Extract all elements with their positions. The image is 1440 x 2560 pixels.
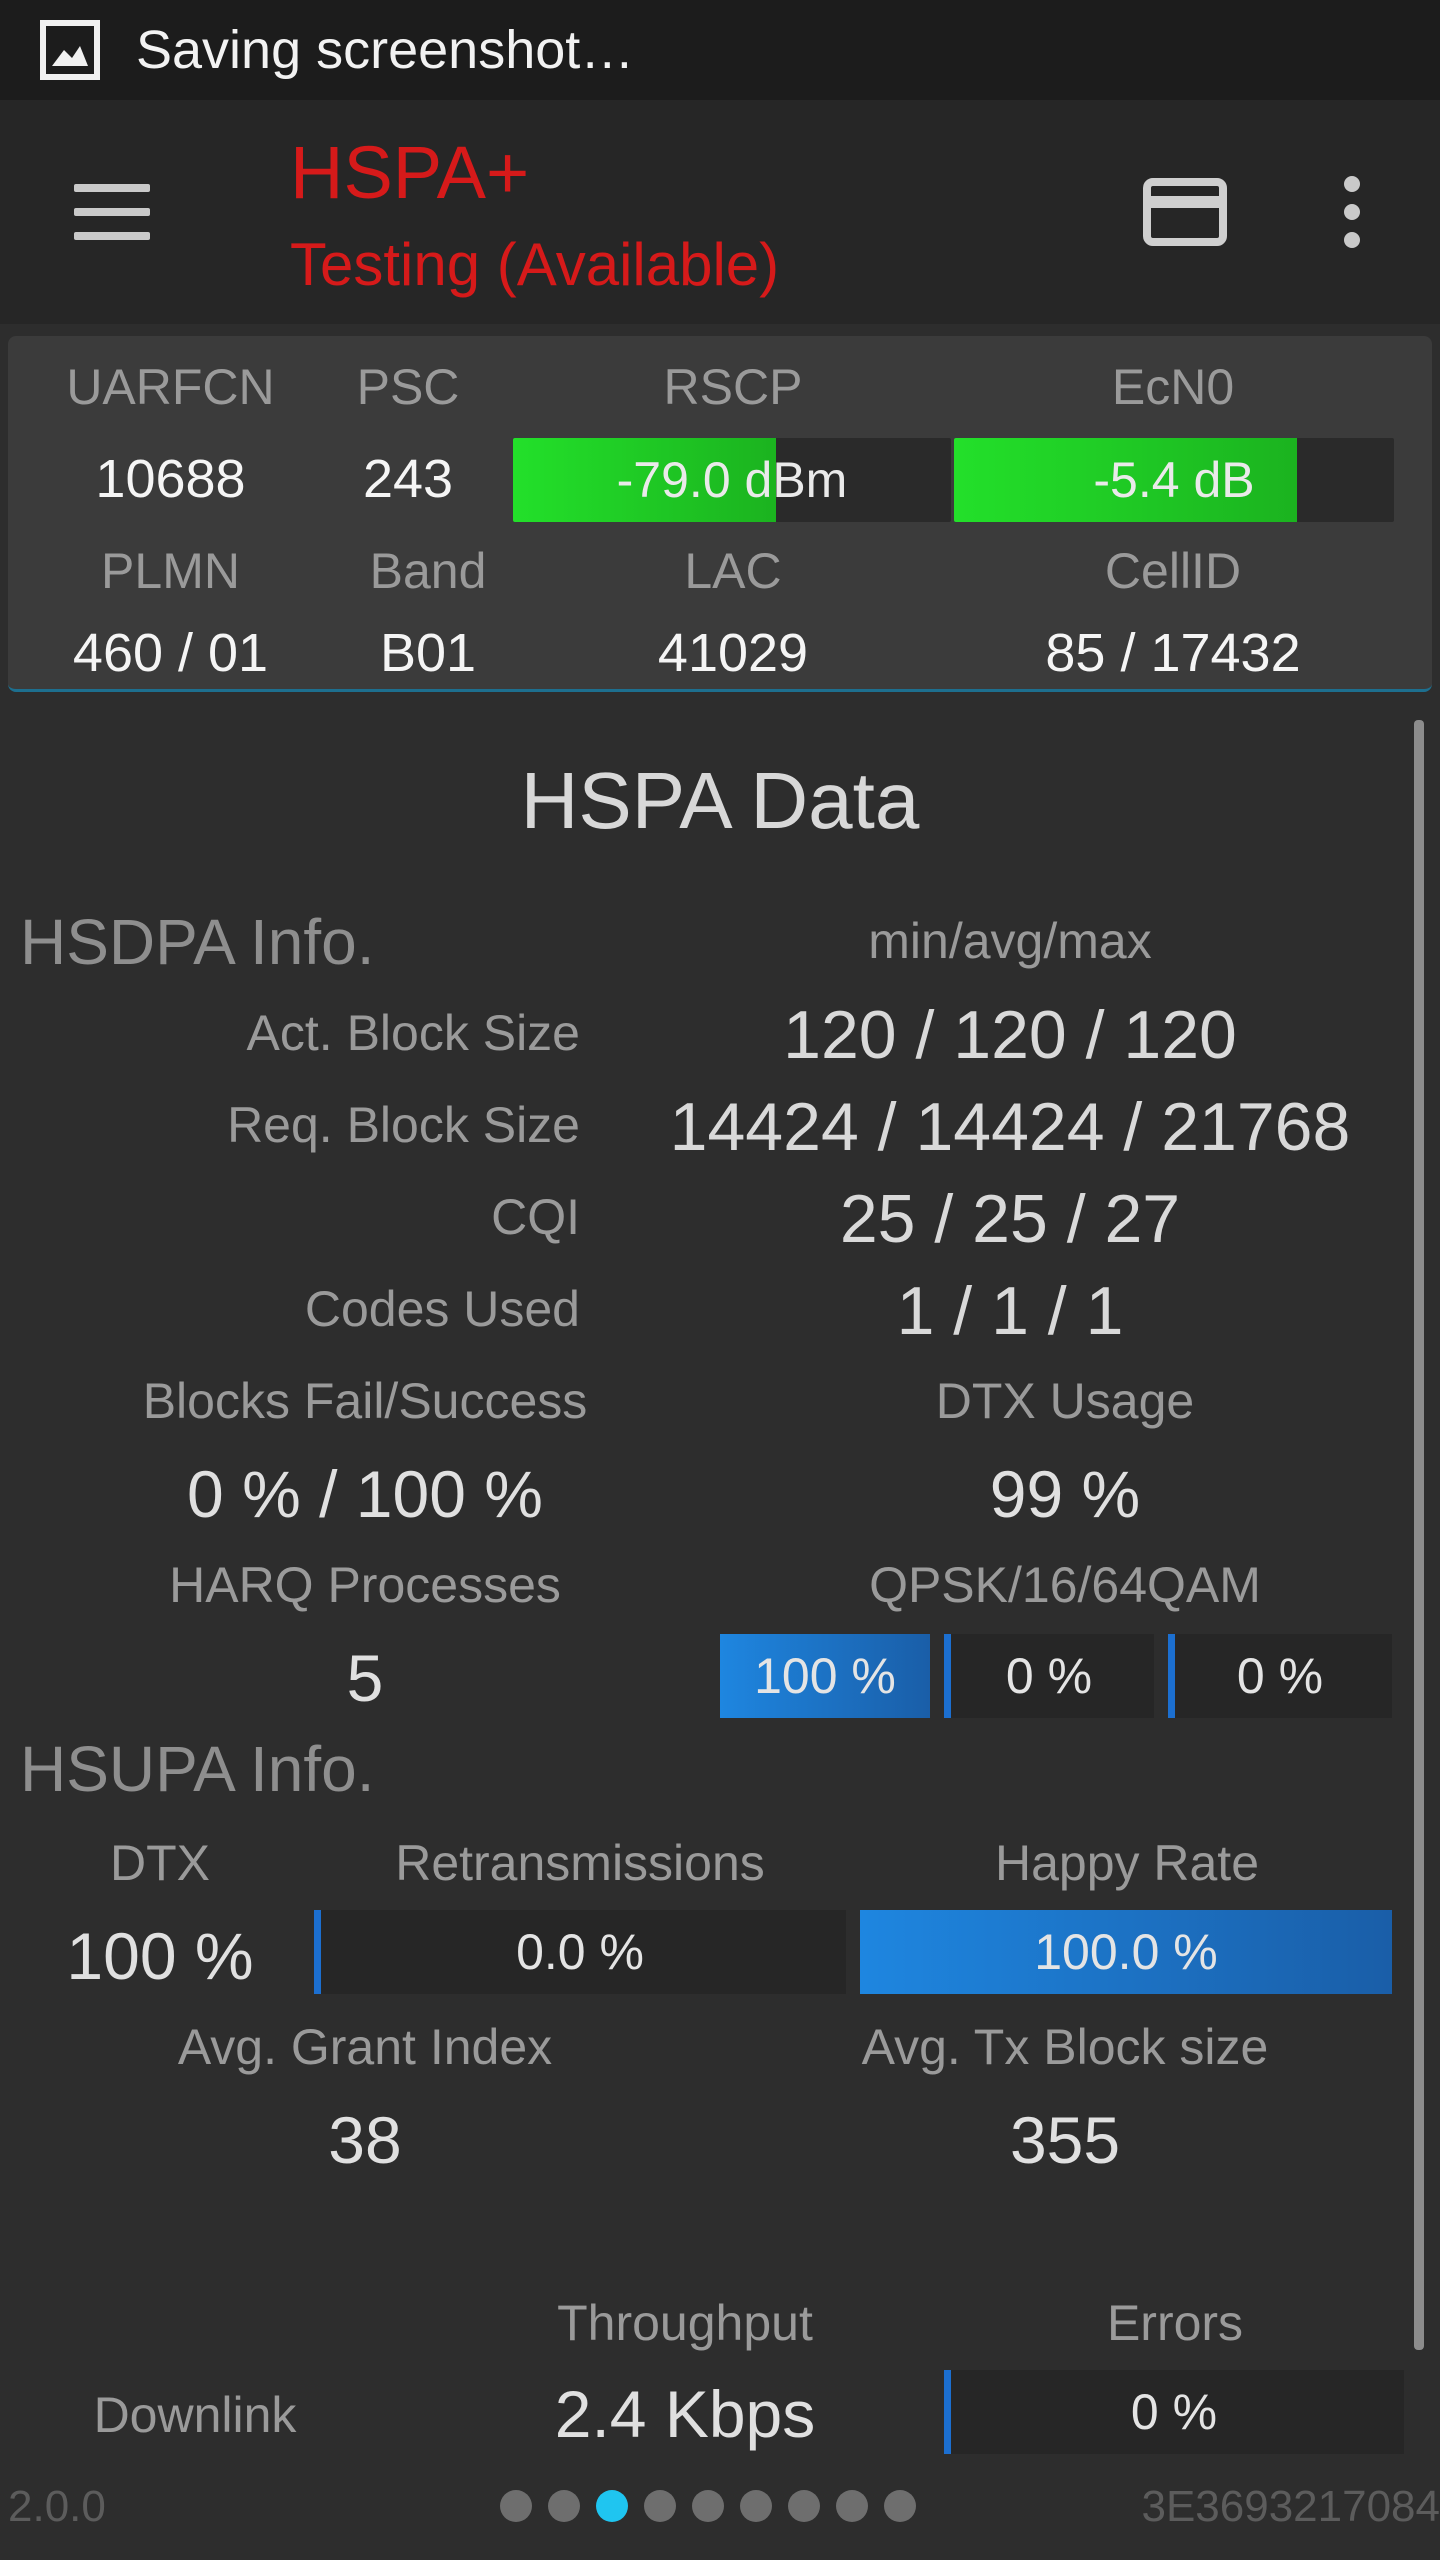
harq-processes-label: HARQ Processes [169, 1557, 561, 1613]
rscp-value: -79.0 dBm [616, 452, 848, 508]
plmn-label: PLMN [101, 543, 240, 599]
happy-rate-label: Happy Rate [994, 1835, 1260, 1891]
req-block-size-label: Req. Block Size [227, 1097, 580, 1153]
rscp-label: RSCP [663, 359, 803, 415]
page-dot[interactable] [740, 2490, 772, 2522]
uarfcn-value: 10688 [95, 449, 246, 509]
page-indicator[interactable] [500, 2490, 916, 2522]
lac-value: 41029 [657, 623, 809, 683]
device-id: 3E3693217084 [1141, 2482, 1440, 2531]
page-dot[interactable] [836, 2490, 868, 2522]
codes-used-label: Codes Used [304, 1281, 580, 1337]
errors-header: Errors [1106, 2295, 1244, 2351]
page-dot[interactable] [548, 2490, 580, 2522]
qam-label: QPSK/16/64QAM [869, 1557, 1261, 1613]
act-block-size-label: Act. Block Size [246, 1005, 580, 1061]
app-title: HSPA+ [290, 131, 530, 214]
menu-icon[interactable] [60, 170, 164, 254]
cellid-value: 85 / 17432 [1045, 623, 1301, 683]
page-dot[interactable] [788, 2490, 820, 2522]
avg-tx-block-size-value: 355 [1009, 2103, 1121, 2177]
page-dot[interactable] [500, 2490, 532, 2522]
qpsk-value: 100 % [754, 1648, 896, 1704]
ecn0-meter: -5.4 dB [954, 438, 1394, 522]
app-subtitle: Testing (Available) [290, 231, 780, 298]
dtx-usage-label: DTX Usage [935, 1373, 1195, 1429]
qam16-value: 0 % [1005, 1648, 1093, 1704]
hsupa-dtx-value: 100 % [66, 1919, 254, 1993]
avg-grant-index-label: Avg. Grant Index [177, 2019, 553, 2075]
ecn0-label: EcN0 [1111, 359, 1235, 415]
hsdpa-heading: HSDPA Info. [20, 906, 375, 978]
band-label: Band [369, 543, 487, 599]
band-value: B01 [379, 623, 477, 683]
qpsk-bar: 100 % [720, 1634, 930, 1718]
cqi-label: CQI [491, 1189, 580, 1245]
app-bar: HSPA+ Testing (Available) [0, 100, 1440, 324]
page-title: HSPA Data [520, 756, 920, 845]
page-dot[interactable] [884, 2490, 916, 2522]
throughput-header: Throughput [557, 2295, 813, 2351]
page-dot[interactable] [692, 2490, 724, 2522]
cell-info-panel: UARFCN PSC RSCP EcN0 10688 243 -79.0 dBm… [8, 336, 1432, 692]
qam64-value: 0 % [1236, 1648, 1324, 1704]
harq-processes-value: 5 [346, 1641, 384, 1715]
avg-grant-index-value: 38 [328, 2103, 402, 2177]
retransmissions-bar: 0.0 % [314, 1910, 846, 1994]
psc-label: PSC [356, 359, 460, 415]
more-options-icon[interactable] [1320, 160, 1384, 264]
blocks-fail-success-value: 0 % / 100 % [187, 1457, 543, 1531]
page-dot[interactable] [596, 2490, 628, 2522]
happy-rate-value: 100.0 % [1034, 1924, 1218, 1980]
happy-rate-bar: 100.0 % [860, 1910, 1392, 1994]
act-block-size-value: 120 / 120 / 120 [783, 997, 1237, 1073]
psc-value: 243 [362, 449, 454, 509]
page-dot[interactable] [644, 2490, 676, 2522]
ecn0-value: -5.4 dB [1093, 452, 1255, 508]
card-icon[interactable] [1130, 170, 1240, 254]
plmn-value: 460 / 01 [72, 623, 269, 683]
downlink-label: Downlink [93, 2387, 297, 2443]
dtx-usage-value: 99 % [989, 1457, 1141, 1531]
minavgmax-header: min/avg/max [868, 913, 1152, 969]
avg-tx-block-size-label: Avg. Tx Block size [861, 2019, 1269, 2075]
uarfcn-label: UARFCN [66, 359, 275, 415]
retransmissions-value: 0.0 % [516, 1924, 644, 1980]
hsupa-dtx-label: DTX [110, 1835, 210, 1891]
qam16-bar: 0 % [944, 1634, 1154, 1718]
rscp-meter: -79.0 dBm [513, 438, 951, 522]
lac-label: LAC [684, 543, 782, 599]
downlink-errors-bar: 0 % [944, 2370, 1404, 2454]
screenshot-icon [40, 20, 100, 80]
status-bar: Saving screenshot… [0, 0, 1440, 100]
req-block-size-value: 14424 / 14424 / 21768 [669, 1089, 1351, 1165]
codes-used-value: 1 / 1 / 1 [896, 1273, 1124, 1349]
status-text: Saving screenshot… [136, 20, 635, 80]
cqi-value: 25 / 25 / 27 [839, 1181, 1181, 1257]
qam64-bar: 0 % [1168, 1634, 1392, 1718]
downlink-throughput-value: 2.4 Kbps [554, 2377, 816, 2451]
cellid-label: CellID [1104, 543, 1242, 599]
downlink-errors-value: 0 % [1130, 2384, 1218, 2440]
hsupa-heading: HSUPA Info. [20, 1733, 375, 1805]
app-version: 2.0.0 [8, 2482, 106, 2531]
retransmissions-label: Retransmissions [395, 1835, 765, 1891]
blocks-fail-success-label: Blocks Fail/Success [142, 1373, 588, 1429]
